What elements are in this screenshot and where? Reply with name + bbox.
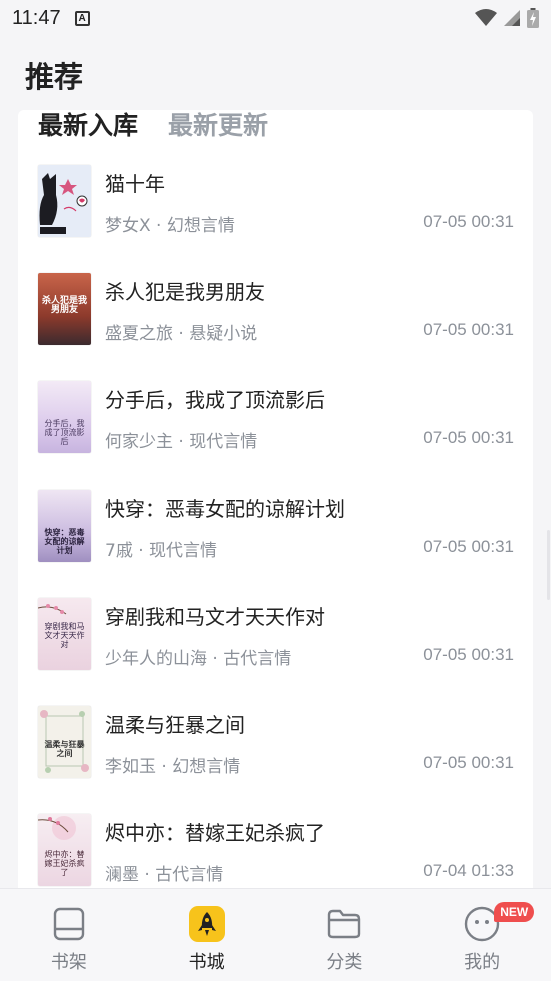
book-title: 杀人犯是我男朋友 [105,280,265,305]
book-item[interactable]: 穿剧我和马文才天天作对 穿剧我和马文才天天作对 少年人的山海 · 古代言情 07… [18,595,533,703]
book-item[interactable]: 猫十年 梦女X · 幻想言情 07-05 00:31 [18,162,533,270]
cover-blossom-icon [38,816,76,841]
book-cover: 穿剧我和马文才天天作对 [38,597,91,670]
book-item[interactable]: 杀人犯是我男朋友 杀人犯是我男朋友 盛夏之旅 · 悬疑小说 07-05 00:3… [18,270,533,378]
book-item[interactable]: 快穿：恶毒女配的谅解计划 快穿：恶毒女配的谅解计划 7戚 · 现代言情 07-0… [18,487,533,595]
book-author-category: 少年人的山海 · 古代言情 [105,648,292,669]
book-author-category: 李如玉 · 幻想言情 [105,756,241,777]
battery-charging-icon [527,8,539,28]
book-author-category: 盛夏之旅 · 悬疑小说 [105,324,258,345]
book-cover [38,165,91,237]
book-cover: 温柔与狂暴之间 [38,705,91,778]
book-list: 猫十年 梦女X · 幻想言情 07-05 00:31 杀人犯是我男朋友 杀人犯是… [18,162,533,900]
book-cover: 快穿：恶毒女配的谅解计划 [38,489,91,562]
book-updated-time: 07-05 00:31 [423,536,514,556]
folder-icon [326,906,362,942]
bookshelf-icon [51,906,87,942]
book-author-category: 澜墨 · 古代言情 [105,865,224,886]
cover-title-text: 快穿：恶毒女配的谅解计划 [44,526,85,555]
nav-label: 书架 [50,952,87,973]
status-bar: 11:47 A [0,0,551,36]
book-updated-time: 07-05 00:31 [423,644,514,664]
book-title: 快穿：恶毒女配的谅解计划 [105,496,345,521]
book-author-category: 何家少主 · 现代言情 [105,432,258,453]
cell-signal-icon [504,10,520,26]
list-tabs: 最新入库 最新更新 [38,110,268,144]
new-badge: NEW [494,902,535,922]
book-updated-time: 07-05 00:31 [423,752,514,772]
cover-title-text: 温柔与狂暴之间 [44,738,85,758]
nav-category[interactable]: 分类 [276,889,414,981]
cover-title-text: 杀人犯是我男朋友 [41,296,87,316]
status-indicators [475,8,539,28]
cover-art-icon [38,165,91,237]
notification-app-icon: A [74,10,90,26]
nav-bookstore[interactable]: 书城 [138,889,276,981]
book-title: 分手后，我成了顶流影后 [105,388,325,413]
nav-label: 我的 [464,952,501,973]
nav-profile[interactable]: 我的 NEW [413,889,551,981]
book-updated-time: 07-05 00:31 [423,428,514,448]
nav-label: 书城 [188,952,225,973]
book-item[interactable]: 温柔与狂暴之间 温柔与狂暴之间 李如玉 · 幻想言情 07-05 00:31 [18,703,533,811]
book-cover: 杀人犯是我男朋友 [38,273,91,346]
bottom-nav: 书架 书城 分类 我的 NEW [0,888,551,981]
rocket-icon [188,906,225,942]
wifi-icon [475,9,497,26]
book-list-panel: 最新入库 最新更新 猫十年 梦女X · 幻想言情 07-05 00:31 杀人犯… [18,110,533,900]
book-item[interactable]: 烬中亦：替嫁王妃杀疯了 烬中亦：替嫁王妃杀疯了 澜墨 · 古代言情 07-04 … [18,811,533,900]
book-cover: 烬中亦：替嫁王妃杀疯了 [38,814,91,887]
status-time: 11:47 [12,6,61,29]
cover-title-text: 烬中亦：替嫁王妃杀疯了 [44,850,85,878]
book-updated-time: 07-05 00:31 [423,320,514,340]
book-title: 烬中亦：替嫁王妃杀疯了 [105,821,325,846]
book-updated-time: 07-05 00:31 [423,212,514,231]
scroll-indicator[interactable] [547,530,550,600]
tab-latest-updated[interactable]: 最新更新 [168,110,268,144]
nav-bookshelf[interactable]: 书架 [0,889,138,981]
book-author-category: 梦女X · 幻想言情 [105,216,235,236]
tab-newest-added[interactable]: 最新入库 [38,110,138,144]
book-author-category: 7戚 · 现代言情 [105,540,218,561]
nav-label: 分类 [326,952,363,973]
page-title: 推荐 [25,60,84,94]
book-title: 温柔与狂暴之间 [105,712,245,737]
book-item[interactable]: 分手后，我成了顶流影后 分手后，我成了顶流影后 何家少主 · 现代言情 07-0… [18,378,533,486]
book-updated-time: 07-04 01:33 [423,861,514,881]
cover-title-text: 分手后，我成了顶流影后 [44,419,85,447]
cover-title-text: 穿剧我和马文才天天作对 [44,621,85,649]
book-title: 猫十年 [105,172,165,196]
book-cover: 分手后，我成了顶流影后 [38,381,91,454]
book-title: 穿剧我和马文才天天作对 [105,604,325,629]
